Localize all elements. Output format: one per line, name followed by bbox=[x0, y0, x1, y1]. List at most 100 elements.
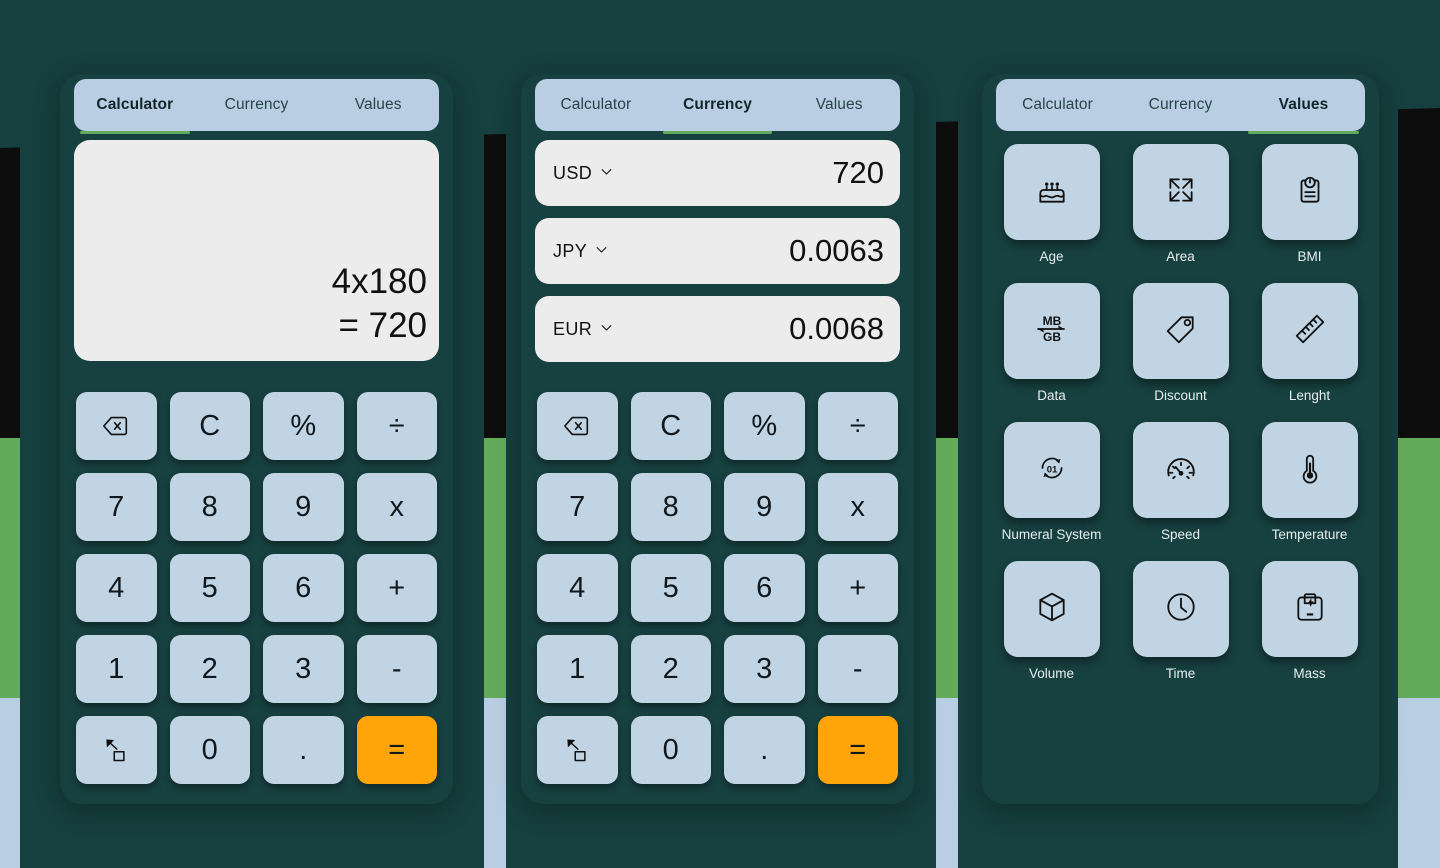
value-tile-area[interactable] bbox=[1132, 144, 1229, 240]
key-label: C bbox=[199, 409, 221, 442]
open-external-icon[interactable] bbox=[76, 716, 157, 784]
key-label: % bbox=[751, 409, 778, 442]
value-tile-mass[interactable] bbox=[1261, 561, 1358, 657]
tab-calculator[interactable]: Calculator bbox=[996, 79, 1119, 131]
tab-label: Calculator bbox=[560, 96, 632, 113]
key-label: 5 bbox=[201, 571, 218, 604]
currency-row[interactable]: JPY 0.0063 bbox=[535, 218, 900, 284]
open-external-icon[interactable] bbox=[537, 716, 618, 784]
value-tile-temperature[interactable] bbox=[1261, 422, 1358, 518]
key-=[interactable]: = bbox=[356, 716, 437, 784]
tab-label: Values bbox=[815, 96, 863, 113]
key-x[interactable]: x bbox=[817, 473, 898, 541]
key-7[interactable]: 7 bbox=[76, 473, 157, 541]
value-tile-speed[interactable] bbox=[1132, 422, 1229, 518]
value-cell: Volume bbox=[1000, 561, 1103, 681]
tab-currency[interactable]: Currency bbox=[196, 79, 318, 131]
key--[interactable]: - bbox=[356, 635, 437, 703]
key-0[interactable]: 0 bbox=[169, 716, 250, 784]
key-9[interactable]: 9 bbox=[263, 473, 344, 541]
key-label: ÷ bbox=[388, 409, 405, 442]
key-x[interactable]: x bbox=[356, 473, 437, 541]
key-C[interactable]: C bbox=[630, 392, 711, 460]
currency-selector[interactable]: EUR bbox=[553, 319, 614, 340]
currency-panel: Calculator Currency Values USD 720 JPY 0… bbox=[521, 74, 914, 804]
key-3[interactable]: 3 bbox=[724, 635, 805, 703]
key--[interactable]: - bbox=[817, 635, 898, 703]
tab-label: Values bbox=[354, 96, 402, 113]
key-%[interactable]: % bbox=[724, 392, 805, 460]
key-7[interactable]: 7 bbox=[537, 473, 618, 541]
currency-value[interactable]: 720 bbox=[832, 155, 884, 191]
key-C[interactable]: C bbox=[169, 392, 250, 460]
value-tile-age[interactable] bbox=[1003, 144, 1100, 240]
value-tile-label: Data bbox=[1037, 388, 1066, 403]
value-tile-label: Area bbox=[1166, 249, 1195, 264]
key-2[interactable]: 2 bbox=[630, 635, 711, 703]
value-tile-numeral-system[interactable]: 01 bbox=[1003, 422, 1100, 518]
key-label: 4 bbox=[569, 571, 586, 604]
key-6[interactable]: 6 bbox=[263, 554, 344, 622]
value-tile-time[interactable] bbox=[1132, 561, 1229, 657]
key-5[interactable]: 5 bbox=[169, 554, 250, 622]
tab-calculator[interactable]: Calculator bbox=[74, 79, 196, 134]
currency-row[interactable]: EUR 0.0068 bbox=[535, 296, 900, 362]
tab-values[interactable]: Values bbox=[1242, 79, 1365, 134]
key-÷[interactable]: ÷ bbox=[817, 392, 898, 460]
currency-selector[interactable]: USD bbox=[553, 163, 614, 184]
key-=[interactable]: = bbox=[817, 716, 898, 784]
value-tile-label: Temperature bbox=[1271, 527, 1348, 542]
weight-scale-icon bbox=[1293, 590, 1327, 629]
value-tile-volume[interactable] bbox=[1003, 561, 1100, 657]
value-tile-discount[interactable] bbox=[1132, 283, 1229, 379]
tab-values[interactable]: Values bbox=[317, 79, 439, 131]
key-1[interactable]: 1 bbox=[537, 635, 618, 703]
currency-row[interactable]: USD 720 bbox=[535, 140, 900, 206]
key-4[interactable]: 4 bbox=[537, 554, 618, 622]
calculator-display[interactable]: 4x180 = 720 bbox=[74, 140, 439, 361]
chevron-down-icon bbox=[594, 241, 609, 262]
key-.[interactable]: . bbox=[263, 716, 344, 784]
key-5[interactable]: 5 bbox=[630, 554, 711, 622]
key-9[interactable]: 9 bbox=[724, 473, 805, 541]
key-2[interactable]: 2 bbox=[169, 635, 250, 703]
key-label: 1 bbox=[108, 652, 125, 685]
display-expression: 4x180 bbox=[331, 262, 427, 302]
value-tile-lenght[interactable] bbox=[1261, 283, 1358, 379]
currency-code: EUR bbox=[553, 318, 593, 339]
key-label: 7 bbox=[569, 490, 586, 523]
value-tile-bmi[interactable] bbox=[1261, 144, 1358, 240]
key-%[interactable]: % bbox=[263, 392, 344, 460]
key-3[interactable]: 3 bbox=[263, 635, 344, 703]
value-tile-data[interactable]: MB GB bbox=[1003, 283, 1100, 379]
currency-selector[interactable]: JPY bbox=[553, 241, 609, 262]
values-panel: Calculator Currency Values Age Area BMI MB G… bbox=[982, 74, 1379, 804]
cube-icon bbox=[1035, 590, 1069, 629]
tab-values[interactable]: Values bbox=[778, 79, 900, 131]
key-label: ÷ bbox=[849, 409, 866, 442]
key-label: 6 bbox=[756, 571, 773, 604]
tab-calculator[interactable]: Calculator bbox=[535, 79, 657, 131]
tab-currency[interactable]: Currency bbox=[1119, 79, 1242, 131]
tab-currency[interactable]: Currency bbox=[657, 79, 779, 134]
key-1[interactable]: 1 bbox=[76, 635, 157, 703]
currency-value[interactable]: 0.0068 bbox=[789, 311, 884, 347]
key-.[interactable]: . bbox=[724, 716, 805, 784]
currency-value[interactable]: 0.0063 bbox=[789, 233, 884, 269]
key-+[interactable]: + bbox=[356, 554, 437, 622]
key-4[interactable]: 4 bbox=[76, 554, 157, 622]
value-tile-label: BMI bbox=[1297, 249, 1322, 264]
key-+[interactable]: + bbox=[817, 554, 898, 622]
key-label: 6 bbox=[295, 571, 312, 604]
key-8[interactable]: 8 bbox=[630, 473, 711, 541]
key-6[interactable]: 6 bbox=[724, 554, 805, 622]
key-8[interactable]: 8 bbox=[169, 473, 250, 541]
key-label: 0 bbox=[662, 733, 679, 766]
key-0[interactable]: 0 bbox=[630, 716, 711, 784]
backspace-icon[interactable] bbox=[537, 392, 618, 460]
key-÷[interactable]: ÷ bbox=[356, 392, 437, 460]
key-label: + bbox=[849, 571, 867, 604]
tab-label: Currency bbox=[1148, 96, 1213, 113]
backspace-icon[interactable] bbox=[76, 392, 157, 460]
currency-code: USD bbox=[553, 162, 593, 183]
